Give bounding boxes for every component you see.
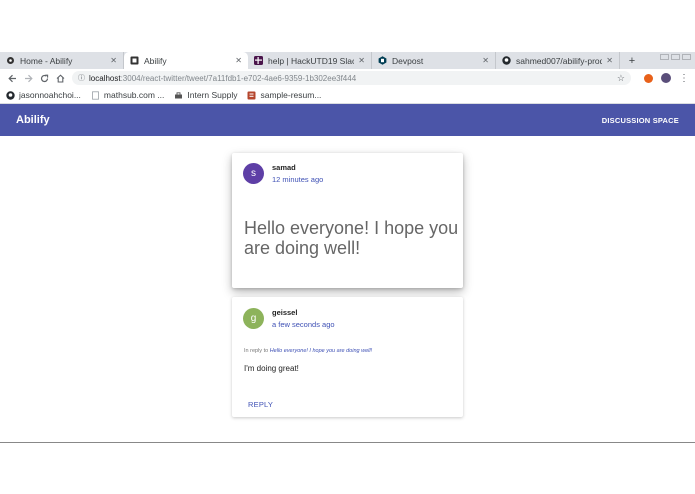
browser-tab-strip: Home - Abilify ✕ Abilify ✕ help | HackUT… <box>0 52 695 69</box>
maximize-icon[interactable] <box>671 54 680 60</box>
address-bar[interactable]: ⓘ localhost :3004/react-twitter/tweet/7a… <box>72 71 631 85</box>
reply-text: I'm doing great! <box>244 364 299 373</box>
abilify-icon <box>6 56 15 65</box>
avatar: s <box>243 163 264 184</box>
info-icon[interactable]: ⓘ <box>78 73 85 83</box>
tab-title: help | HackUTD19 Slack <box>268 55 355 66</box>
bookmark-label: sample-resum... <box>260 90 322 100</box>
avatar: g <box>243 308 264 329</box>
bookmark-mathsub[interactable]: mathsub.com ... <box>91 90 164 100</box>
app-header: Abilify DISCUSSION SPACE <box>0 104 695 136</box>
url-path: :3004/react-twitter/tweet/7a11fdb1-e702-… <box>120 73 357 83</box>
bookmark-jasonnoahchoi[interactable]: jasonnoahchoi... <box>6 90 81 100</box>
tab-slack[interactable]: help | HackUTD19 Slack ✕ <box>248 52 372 69</box>
tab-github[interactable]: sahmed007/abilify-prod ✕ <box>496 52 620 69</box>
github-icon <box>6 90 15 100</box>
forward-arrow-icon[interactable] <box>20 70 36 86</box>
page-icon <box>91 90 100 100</box>
screen-top-margin <box>0 0 695 52</box>
bookmark-label: Intern Supply <box>187 90 238 100</box>
extension-icon[interactable] <box>641 71 655 85</box>
profile-avatar-icon[interactable] <box>659 71 673 85</box>
tweet-text: Hello everyone! I hope you are doing wel… <box>244 218 459 258</box>
tab-home-abilify[interactable]: Home - Abilify ✕ <box>0 52 124 69</box>
abilify-icon <box>130 56 139 65</box>
reply-card: g geissel a few seconds ago In reply to … <box>232 297 463 417</box>
reply-button[interactable]: REPLY <box>248 400 273 409</box>
new-tab-button[interactable]: + <box>624 52 640 69</box>
close-icon[interactable]: ✕ <box>606 56 613 65</box>
bookmarks-bar: jasonnoahchoi... mathsub.com ... Intern … <box>0 87 695 104</box>
devpost-icon <box>378 56 387 65</box>
github-icon <box>502 56 511 65</box>
back-arrow-icon[interactable] <box>4 70 20 86</box>
reply-timestamp[interactable]: a few seconds ago <box>272 320 335 329</box>
screen-bottom-margin <box>0 443 695 494</box>
url-host: localhost <box>89 73 121 83</box>
window-controls <box>660 54 691 60</box>
close-icon[interactable]: ✕ <box>358 56 365 65</box>
main-content: s samad 12 minutes ago Hello everyone! I… <box>0 136 695 442</box>
app-brand[interactable]: Abilify <box>16 114 50 126</box>
bookmark-label: jasonnoahchoi... <box>19 90 81 100</box>
tab-title: Abilify <box>144 55 167 66</box>
tab-title: sahmed007/abilify-prod <box>516 55 603 66</box>
close-icon[interactable]: ✕ <box>235 56 242 65</box>
tab-devpost[interactable]: Devpost ✕ <box>372 52 496 69</box>
in-reply-prefix: In reply to <box>244 348 269 354</box>
intern-supply-icon <box>174 91 183 100</box>
in-reply-link[interactable]: Hello everyone! I hope you are doing wel… <box>270 348 372 354</box>
slack-icon <box>254 56 263 65</box>
close-icon[interactable]: ✕ <box>482 56 489 65</box>
tab-title: Home - Abilify <box>20 55 73 66</box>
resume-icon <box>247 91 256 100</box>
reply-author: geissel <box>272 308 298 317</box>
tweet-card: s samad 12 minutes ago Hello everyone! I… <box>232 153 463 288</box>
browser-toolbar: ⓘ localhost :3004/react-twitter/tweet/7a… <box>0 69 695 87</box>
tab-title: Devpost <box>392 55 424 66</box>
bookmark-label: mathsub.com ... <box>103 90 165 100</box>
reload-icon[interactable] <box>36 70 52 86</box>
discussion-space-link[interactable]: DISCUSSION SPACE <box>602 116 679 125</box>
bookmark-star-icon[interactable]: ☆ <box>617 73 625 84</box>
in-reply-to-line: In reply to Hello everyone! I hope you a… <box>244 348 372 354</box>
home-icon[interactable] <box>52 70 68 86</box>
close-icon[interactable]: ✕ <box>110 56 117 65</box>
browser-menu-icon[interactable]: ⋮ <box>677 71 691 85</box>
tweet-timestamp[interactable]: 12 minutes ago <box>272 175 323 184</box>
bookmark-sample-resume[interactable]: sample-resum... <box>247 90 321 100</box>
bookmark-intern-supply[interactable]: Intern Supply <box>174 90 237 100</box>
minimize-icon[interactable] <box>660 54 669 60</box>
tab-abilify[interactable]: Abilify ✕ <box>124 52 248 69</box>
tweet-author: samad <box>272 163 296 172</box>
window-close-icon[interactable] <box>682 54 691 60</box>
